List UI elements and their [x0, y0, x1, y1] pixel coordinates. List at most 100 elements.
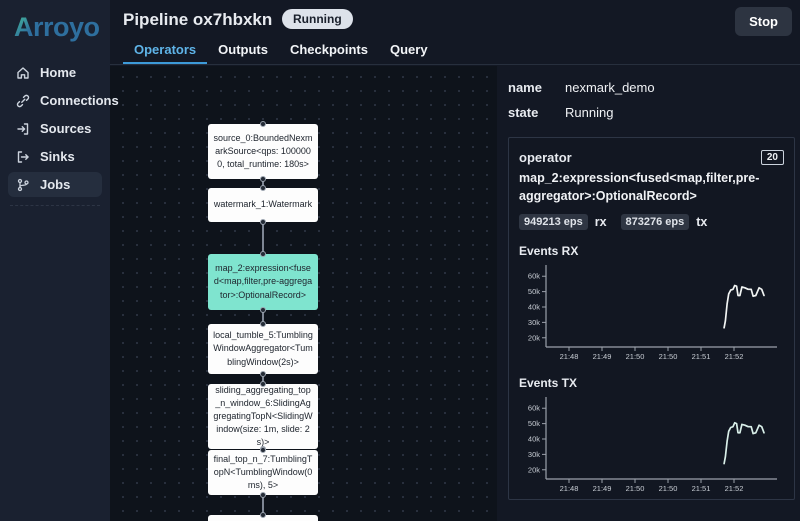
- node-label: map_2:expression<fused<map,filter,pre-ag…: [213, 263, 313, 300]
- operator-card: operator 20 map_2:expression<fused<map,f…: [508, 137, 795, 500]
- sidebar-item-jobs[interactable]: Jobs: [8, 172, 102, 197]
- svg-text:30k: 30k: [528, 450, 540, 459]
- sidebar-item-sinks[interactable]: Sinks: [8, 144, 102, 169]
- operator-card-header: operator 20: [519, 147, 784, 167]
- svg-text:21:51: 21:51: [692, 352, 711, 361]
- node-handle: [260, 447, 266, 453]
- node-handle: [260, 185, 266, 191]
- node-handle: [260, 321, 266, 327]
- sidebar-item-label: Sources: [40, 121, 92, 136]
- metric-label-tx: tx: [696, 215, 708, 229]
- svg-text:21:52: 21:52: [725, 352, 744, 361]
- source-in-icon: [16, 122, 30, 136]
- svg-text:20k: 20k: [528, 465, 540, 474]
- node-handle: [260, 307, 266, 313]
- tab-operators[interactable]: Operators: [123, 40, 208, 64]
- job-details: name nexmark_demo state Running: [508, 80, 795, 130]
- graph-node-watermark_1[interactable]: watermark_1:Watermark: [208, 185, 318, 225]
- graph-node-sliding_aggregating_top_n_window_6[interactable]: sliding_aggregating_top_n_window_6:Slidi…: [208, 381, 318, 452]
- svg-text:21:50: 21:50: [626, 352, 645, 361]
- stop-button[interactable]: Stop: [735, 7, 792, 36]
- operator-parallelism-badge: 20: [760, 149, 784, 165]
- node-label: local_tumble_5:TumblingWindowAggregator<…: [213, 330, 313, 367]
- node-label: watermark_1:Watermark: [213, 199, 313, 210]
- detail-value: Running: [565, 105, 614, 120]
- tab-outputs[interactable]: Outputs: [207, 40, 279, 64]
- metric-chip-tx: 873276 eps: [620, 214, 690, 230]
- svg-text:50k: 50k: [528, 419, 540, 428]
- svg-text:60k: 60k: [528, 404, 540, 413]
- svg-text:21:50: 21:50: [659, 352, 678, 361]
- node-handle: [260, 219, 266, 225]
- arroyo-logo: Arroyo: [0, 0, 110, 57]
- operator-description: map_2:expression<fused<map,filter,pre-ag…: [519, 171, 760, 203]
- git-branch-icon: [16, 178, 30, 192]
- tab-bar: Operators Outputs Checkpoints Query: [110, 40, 800, 65]
- main-area: Pipeline ox7hbxkn Running Stop Operators…: [110, 0, 800, 521]
- node-handle: [260, 512, 266, 518]
- node-handle: [260, 121, 266, 127]
- tab-query[interactable]: Query: [379, 40, 439, 64]
- svg-text:20k: 20k: [528, 333, 540, 342]
- svg-text:60k: 60k: [528, 272, 540, 281]
- operator-metrics: 949213 eps rx 873276 eps tx: [519, 213, 784, 231]
- graph-node-final_top_n_7[interactable]: final_top_n_7:TumblingTopN<TumblingWindo…: [208, 447, 318, 498]
- svg-text:21:52: 21:52: [725, 484, 744, 493]
- node-handle: [260, 381, 266, 387]
- topbar: Pipeline ox7hbxkn Running Stop: [110, 0, 800, 40]
- svg-text:40k: 40k: [528, 303, 540, 312]
- sidebar-item-connections[interactable]: Connections: [8, 88, 119, 113]
- pipeline-graph[interactable]: source_0:BoundedNexmarkSource<qps: 10000…: [110, 66, 497, 521]
- events-rx-chart: 20k 30k 40k 50k 60k 21:48 21:49 21:50 21:50 21:51…: [528, 265, 777, 361]
- logo-text: rroyo: [33, 12, 100, 42]
- link-icon: [16, 94, 30, 108]
- graph-node-local_tumble_5[interactable]: local_tumble_5:TumblingWindowAggregator<…: [208, 321, 318, 377]
- detail-row-state: state Running: [508, 105, 795, 130]
- sidebar-item-label: Sinks: [40, 149, 75, 164]
- sidebar: Arroyo Home Connections Sources Sinks Jobs: [0, 0, 119, 521]
- svg-text:30k: 30k: [528, 318, 540, 327]
- logo-letter: A: [14, 12, 34, 42]
- node-label: final_top_n_7:TumblingTopN<TumblingWindo…: [213, 453, 313, 491]
- events-rx-title: Events RX: [519, 244, 579, 258]
- sidebar-item-home[interactable]: Home: [8, 60, 102, 85]
- svg-text:21:49: 21:49: [593, 484, 612, 493]
- detail-value: nexmark_demo: [565, 80, 655, 95]
- sidebar-item-label: Jobs: [40, 177, 71, 192]
- content: source_0:BoundedNexmarkSource<qps: 10000…: [110, 66, 800, 521]
- sidebar-divider: [10, 205, 100, 206]
- node-handle: [260, 176, 266, 182]
- events-tx-title: Events TX: [519, 376, 578, 390]
- home-icon: [16, 66, 30, 80]
- sink-out-icon: [16, 150, 30, 164]
- node-label: sliding_aggregating_top_n_window_6:Slidi…: [213, 384, 313, 448]
- status-badge: Running: [282, 9, 353, 29]
- metric-label-rx: rx: [594, 215, 607, 229]
- detail-panel: name nexmark_demo state Running operator 20…: [497, 66, 800, 521]
- graph-node-map_2[interactable]: map_2:expression<fused<map,filter,pre-ag…: [208, 251, 318, 313]
- svg-text:21:50: 21:50: [626, 484, 645, 493]
- tab-checkpoints[interactable]: Checkpoints: [279, 40, 379, 64]
- sidebar-nav: Home Connections Sources Sinks Jobs: [0, 60, 119, 197]
- svg-text:21:51: 21:51: [692, 484, 711, 493]
- svg-text:40k: 40k: [528, 435, 540, 444]
- sidebar-item-label: Connections: [40, 93, 119, 108]
- node-label: source_0:BoundedNexmarkSource<qps: 10000…: [213, 132, 313, 170]
- svg-text:21:48: 21:48: [560, 352, 579, 361]
- sidebar-item-label: Home: [40, 65, 77, 80]
- svg-text:50k: 50k: [528, 287, 540, 296]
- graph-node-source_0[interactable]: source_0:BoundedNexmarkSource<qps: 10000…: [208, 121, 318, 182]
- operator-card-title: operator: [519, 149, 572, 165]
- svg-text:21:49: 21:49: [593, 352, 612, 361]
- sidebar-item-sources[interactable]: Sources: [8, 116, 102, 141]
- svg-text:21:48: 21:48: [560, 484, 579, 493]
- svg-text:21:50: 21:50: [659, 484, 678, 493]
- node-handle: [260, 251, 266, 257]
- page-title: Pipeline ox7hbxkn: [123, 10, 273, 29]
- metric-chip-rx: 949213 eps: [519, 214, 588, 230]
- graph-node-next_node_partial[interactable]: [208, 512, 318, 521]
- events-tx-chart: 20k 30k 40k 50k 60k 21:48 21:49 21:50 21:50 21:51…: [528, 397, 777, 493]
- node-handle: [260, 371, 266, 377]
- node-handle: [260, 492, 266, 498]
- detail-label: state: [508, 105, 539, 120]
